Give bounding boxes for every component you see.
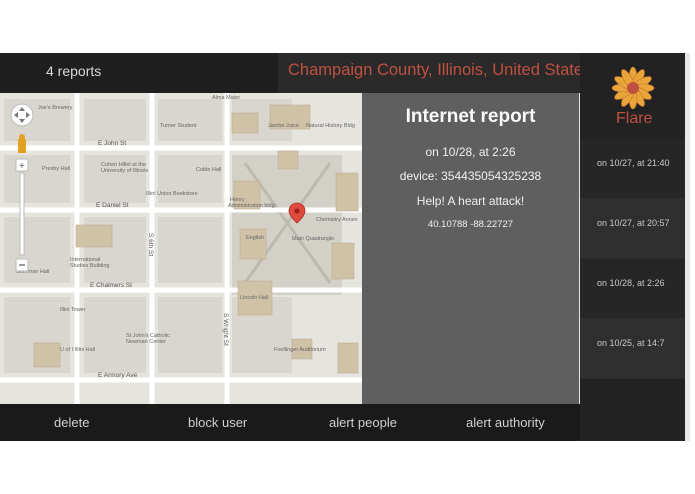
- header-strip: Champaign County, Illinois, United State…: [278, 53, 591, 93]
- location-title: Champaign County, Illinois, United State…: [288, 61, 592, 79]
- svg-text:+: +: [19, 161, 25, 172]
- top-bar: 4 reports: [0, 53, 278, 93]
- reports-count: 4 reports: [46, 63, 102, 79]
- report-time: on 10/25, at 14:7: [597, 338, 665, 348]
- report-list-item[interactable]: on 10/27, at 20:57: [580, 199, 690, 259]
- report-time: on 10/27, at 20:57: [597, 218, 670, 228]
- place-label: Newman Center: [126, 339, 166, 345]
- street-label: S Wright St: [222, 313, 229, 346]
- street-label: S 6th St: [147, 233, 154, 256]
- report-coordinates: 40.10788 -88.22727: [427, 219, 514, 230]
- street-label: E Armory Ave: [98, 372, 138, 379]
- report-time: on 10/28, at 2:26: [597, 278, 665, 288]
- place-label: Foellinger Auditorium: [274, 347, 326, 353]
- place-label: Lincoln Hall: [240, 295, 268, 301]
- scrollbar[interactable]: [685, 53, 690, 441]
- flower-logo-icon: [611, 66, 655, 110]
- place-label: University of Illinois: [101, 168, 148, 174]
- report-list-item[interactable]: on 10/25, at 14:7: [580, 319, 690, 379]
- street-label: E John St: [98, 140, 126, 147]
- report-time: on 10/27, at 21:40: [597, 158, 670, 168]
- delete-button[interactable]: delete: [54, 415, 89, 430]
- app-window: 4 reports Champaign County, Illinois, Un…: [0, 53, 690, 441]
- alert-people-button[interactable]: alert people: [329, 415, 397, 430]
- block-user-button[interactable]: block user: [188, 415, 247, 430]
- report-device: device: 354435054325238: [399, 169, 542, 183]
- action-bar: delete block user alert people alert aut…: [0, 404, 580, 441]
- report-date: on 10/28, at 2:26: [425, 145, 516, 159]
- place-label: Main Quadrangle: [292, 236, 334, 242]
- place-label: U of I Illini Hall: [60, 347, 95, 353]
- place-label: Turner Student: [160, 123, 197, 129]
- report-list-item[interactable]: on 10/27, at 21:40: [580, 139, 690, 199]
- street-label: E Chalmers St: [90, 282, 132, 289]
- place-label: Joe's Brewery: [38, 105, 73, 111]
- street-label: E Daniel St: [96, 202, 129, 209]
- brand-name: Flare: [616, 110, 653, 127]
- place-label: English: [246, 235, 264, 241]
- place-label: Studies Building: [70, 263, 109, 269]
- place-label: Chemistry Annex: [316, 217, 358, 223]
- place-label: Illini Union Bookstore: [146, 191, 198, 197]
- pegman-icon[interactable]: [18, 139, 26, 153]
- place-label: Presby Hall: [42, 166, 70, 172]
- place-label: Jambe Juice: [268, 123, 299, 129]
- place-label: Alma Mater: [212, 95, 240, 101]
- report-title: Internet report: [405, 106, 536, 127]
- report-detail-panel: Internet report on 10/28, at 2:26 device…: [362, 93, 579, 404]
- place-label: Natural History Bldg: [306, 123, 355, 129]
- place-label: Coble Hall: [196, 167, 221, 173]
- report-message: Help! A heart attack!: [416, 194, 525, 208]
- place-label: Administration bldg: [228, 203, 275, 209]
- report-list: on 10/27, at 21:40 on 10/27, at 20:57 on…: [580, 139, 690, 379]
- alert-authority-button[interactable]: alert authority: [466, 415, 545, 430]
- place-label: Illini Tower: [60, 307, 86, 313]
- zoom-slider[interactable]: [19, 172, 25, 256]
- report-list-item[interactable]: on 10/28, at 2:26: [580, 259, 690, 319]
